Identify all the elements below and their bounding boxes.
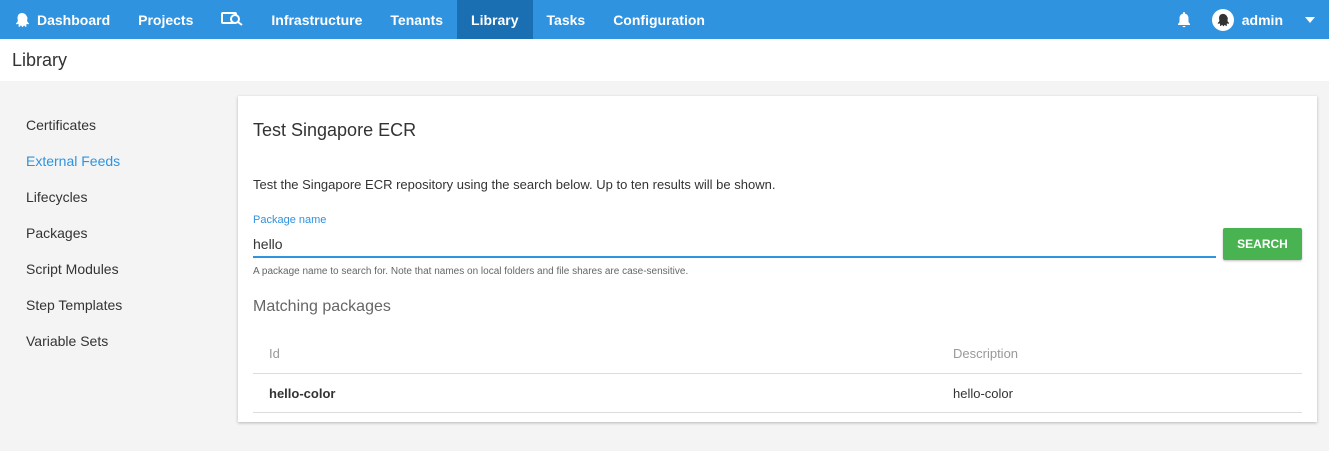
sidebar-item-external-feeds[interactable]: External Feeds <box>26 151 216 187</box>
nav-tenants[interactable]: Tenants <box>376 0 457 39</box>
sidebar-item-packages[interactable]: Packages <box>26 223 216 259</box>
column-header-id: Id <box>269 346 280 361</box>
nav-label: Configuration <box>613 11 705 28</box>
card-title: Test Singapore ECR <box>253 120 417 140</box>
avatar <box>1211 8 1234 31</box>
search-button[interactable]: SEARCH <box>1223 228 1302 260</box>
page-title: Library <box>12 50 68 70</box>
package-name-hint: A package name to search for. Note that … <box>253 266 689 277</box>
user-menu[interactable]: admin <box>1211 8 1329 31</box>
page-header: Library <box>0 39 1329 81</box>
nav-tasks[interactable]: Tasks <box>533 0 600 39</box>
machines-search-icon <box>221 10 243 29</box>
nav-infrastructure[interactable]: Infrastructure <box>257 0 376 39</box>
package-description: hello-color <box>953 385 1013 401</box>
table-row[interactable]: hello-color hello-color <box>253 374 1302 413</box>
nav-configuration[interactable]: Configuration <box>599 0 719 39</box>
package-id: hello-color <box>269 385 336 401</box>
package-name-label: Package name <box>253 214 327 226</box>
nav-label: Dashboard <box>37 11 111 28</box>
table-header: Id Description <box>253 334 1302 374</box>
card-description: Test the Singapore ECR repository using … <box>253 177 776 192</box>
nav-label: Tenants <box>390 11 444 28</box>
sidebar-item-variable-sets[interactable]: Variable Sets <box>26 331 216 367</box>
column-header-description: Description <box>953 346 1019 361</box>
nav-label: Infrastructure <box>271 11 363 28</box>
sidebar-item-script-modules[interactable]: Script Modules <box>26 259 216 295</box>
nav-library[interactable]: Library <box>457 0 533 39</box>
chevron-down-icon <box>1305 16 1315 23</box>
nav-projects[interactable]: Projects <box>124 0 207 39</box>
user-name: admin <box>1241 11 1283 28</box>
sidebar-item-certificates[interactable]: Certificates <box>26 115 216 151</box>
sidebar-item-lifecycles[interactable]: Lifecycles <box>26 187 216 223</box>
nav-label: Tasks <box>546 11 586 28</box>
results-table: Id Description hello-color hello-color <box>253 334 1302 413</box>
octopus-icon <box>14 12 30 28</box>
nav-right: admin <box>1164 0 1329 39</box>
nav-label: Projects <box>138 11 194 28</box>
test-feed-card: Test Singapore ECR Test the Singapore EC… <box>238 96 1317 422</box>
sidebar-item-step-templates[interactable]: Step Templates <box>26 295 216 331</box>
bell-icon[interactable] <box>1164 11 1204 29</box>
matching-packages-title: Matching packages <box>253 298 391 315</box>
library-sidebar: Certificates External Feeds Lifecycles P… <box>26 115 216 367</box>
nav-label: Library <box>471 11 519 28</box>
package-name-input[interactable] <box>253 232 1216 258</box>
nav-machines[interactable] <box>207 0 257 39</box>
top-navigation: Dashboard Projects Infrastructure Tenant… <box>0 0 1329 39</box>
nav-dashboard[interactable]: Dashboard <box>0 0 124 39</box>
